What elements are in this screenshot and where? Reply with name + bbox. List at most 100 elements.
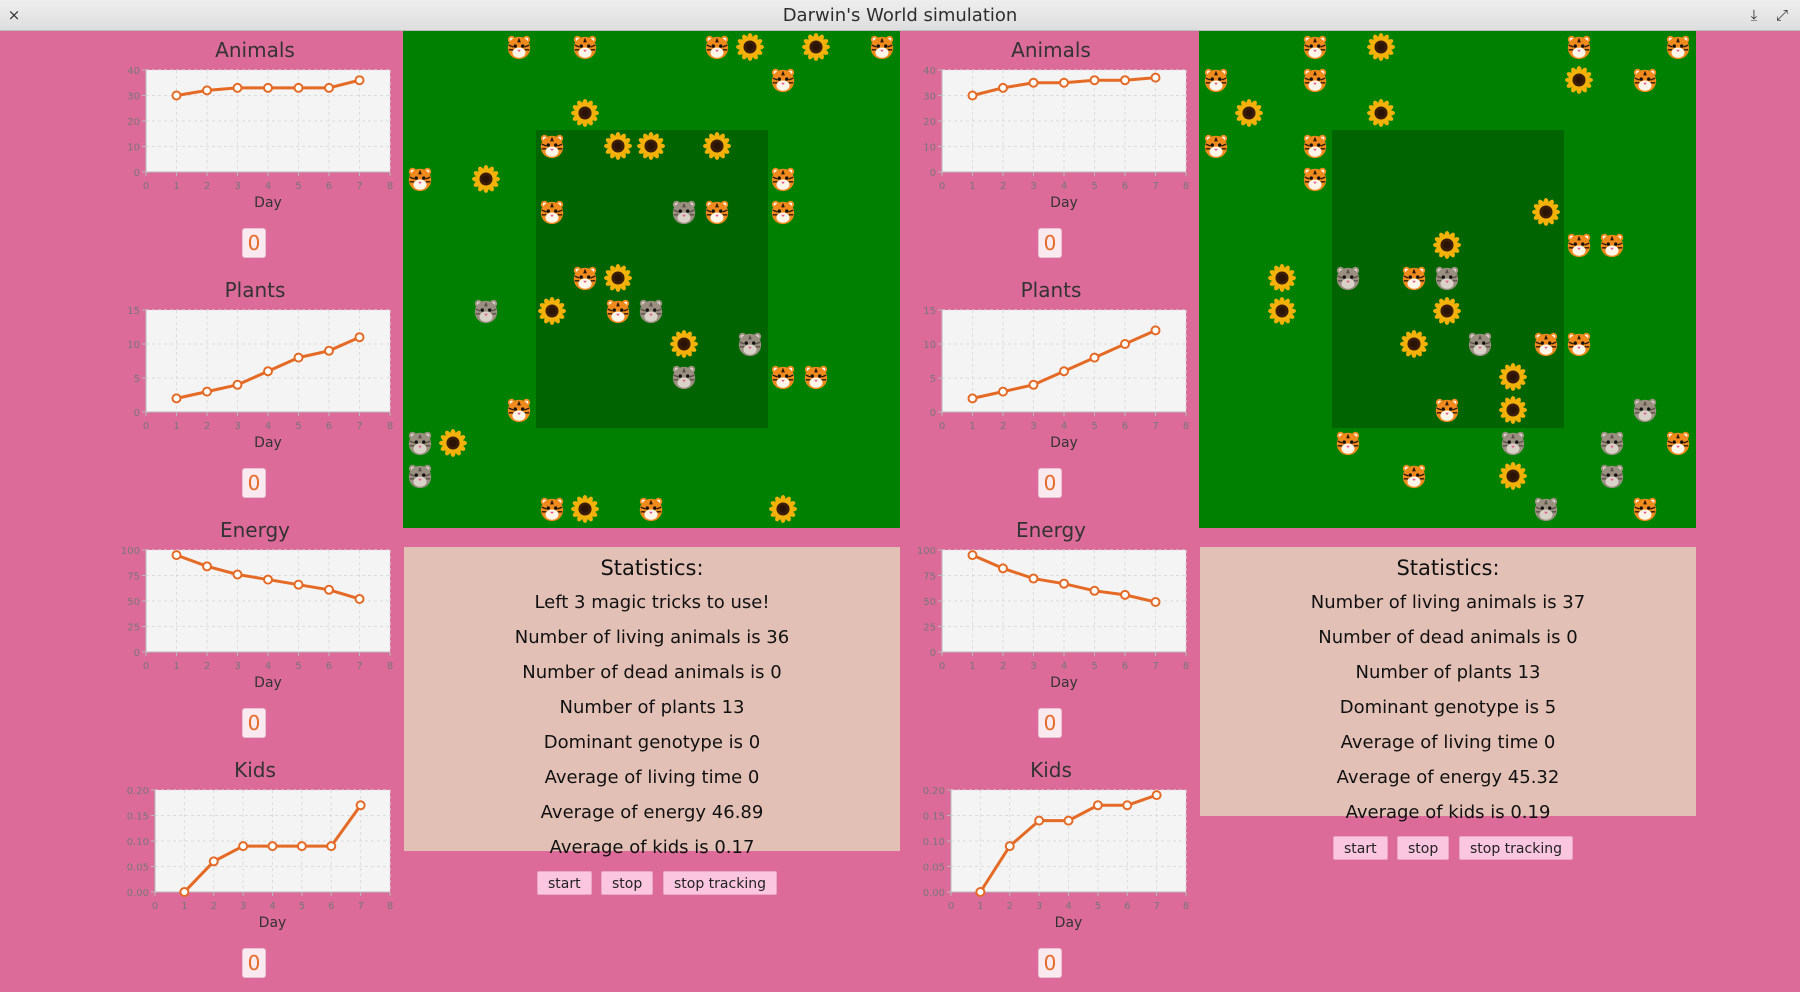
tiger-icon[interactable] — [405, 164, 435, 194]
grey-tiger-icon[interactable] — [405, 428, 435, 458]
tiger-icon[interactable] — [1564, 329, 1594, 359]
tiger-icon[interactable] — [1663, 32, 1693, 62]
grey-tiger-icon[interactable] — [636, 296, 666, 326]
grey-tiger-icon[interactable] — [1597, 461, 1627, 491]
sunflower-icon[interactable] — [636, 131, 666, 161]
y-tick-label: 0.10 — [127, 837, 149, 848]
tiger-icon[interactable] — [1201, 65, 1231, 95]
tiger-icon[interactable] — [504, 395, 534, 425]
sunflower-icon[interactable] — [1366, 98, 1396, 128]
tiger-icon[interactable] — [768, 197, 798, 227]
sunflower-icon[interactable] — [570, 98, 600, 128]
stop-tracking-button[interactable]: stop tracking — [1459, 836, 1573, 860]
sunflower-icon[interactable] — [1366, 32, 1396, 62]
tiger-icon[interactable] — [1399, 263, 1429, 293]
tiger-icon[interactable] — [1597, 230, 1627, 260]
grey-tiger-icon[interactable] — [735, 329, 765, 359]
tiger-icon[interactable] — [768, 362, 798, 392]
tiger-icon[interactable] — [603, 296, 633, 326]
world-map[interactable] — [1199, 31, 1696, 528]
tiger-icon[interactable] — [1531, 329, 1561, 359]
tiger-icon[interactable] — [504, 32, 534, 62]
sunflower-icon[interactable] — [1432, 230, 1462, 260]
data-point — [975, 887, 986, 897]
grey-tiger-icon[interactable] — [1465, 329, 1495, 359]
sunflower-icon[interactable] — [603, 263, 633, 293]
x-tick-label: 5 — [1091, 661, 1097, 672]
y-tick-label: 20 — [923, 117, 936, 128]
sunflower-icon[interactable] — [1498, 362, 1528, 392]
tiger-icon[interactable] — [1300, 32, 1330, 62]
sunflower-icon[interactable] — [471, 164, 501, 194]
tiger-icon[interactable] — [1630, 65, 1660, 95]
tiger-icon[interactable] — [1201, 131, 1231, 161]
data-point — [263, 82, 273, 93]
tiger-icon[interactable] — [768, 65, 798, 95]
sunflower-icon[interactable] — [1432, 296, 1462, 326]
y-tick-label: 100 — [917, 546, 936, 557]
grey-tiger-icon[interactable] — [669, 362, 699, 392]
sunflower-icon[interactable] — [603, 131, 633, 161]
sunflower-icon[interactable] — [1267, 296, 1297, 326]
grey-tiger-icon[interactable] — [1333, 263, 1363, 293]
sunflower-icon[interactable] — [537, 296, 567, 326]
tiger-icon[interactable] — [1399, 461, 1429, 491]
tiger-icon[interactable] — [768, 164, 798, 194]
tiger-icon[interactable] — [537, 494, 567, 524]
tiger-icon[interactable] — [1432, 395, 1462, 425]
grey-tiger-icon[interactable] — [669, 197, 699, 227]
sunflower-icon[interactable] — [1399, 329, 1429, 359]
sunflower-icon[interactable] — [702, 131, 732, 161]
data-point — [202, 386, 212, 397]
tiger-icon[interactable] — [1630, 494, 1660, 524]
grey-tiger-icon[interactable] — [405, 461, 435, 491]
sunflower-icon[interactable] — [1267, 263, 1297, 293]
grey-tiger-icon[interactable] — [1531, 494, 1561, 524]
start-button[interactable]: start — [537, 871, 592, 895]
sunflower-icon[interactable] — [801, 32, 831, 62]
data-point — [1059, 77, 1069, 88]
tiger-icon[interactable] — [702, 197, 732, 227]
tiger-icon[interactable] — [1663, 428, 1693, 458]
tiger-icon[interactable] — [1300, 65, 1330, 95]
grey-tiger-icon[interactable] — [1630, 395, 1660, 425]
maximize-icon[interactable]: ⤢ — [1772, 4, 1792, 26]
sunflower-icon[interactable] — [735, 32, 765, 62]
grey-tiger-icon[interactable] — [1432, 263, 1462, 293]
sunflower-icon[interactable] — [1498, 461, 1528, 491]
tiger-icon[interactable] — [702, 32, 732, 62]
x-tick-label: 3 — [1030, 661, 1036, 672]
tiger-icon[interactable] — [636, 494, 666, 524]
sunflower-icon[interactable] — [768, 494, 798, 524]
tiger-icon[interactable] — [570, 263, 600, 293]
x-tick-label: 3 — [234, 181, 240, 192]
tiger-icon[interactable] — [1564, 32, 1594, 62]
x-axis-label: Day — [254, 675, 282, 691]
tiger-icon[interactable] — [867, 32, 897, 62]
world-map[interactable] — [403, 31, 900, 528]
sunflower-icon[interactable] — [438, 428, 468, 458]
tiger-icon[interactable] — [537, 197, 567, 227]
sunflower-icon[interactable] — [669, 329, 699, 359]
stop-button[interactable]: stop — [1397, 836, 1450, 860]
tiger-icon[interactable] — [537, 131, 567, 161]
sunflower-icon[interactable] — [1564, 65, 1594, 95]
stop-tracking-button[interactable]: stop tracking — [663, 871, 777, 895]
sunflower-icon[interactable] — [1531, 197, 1561, 227]
tiger-icon[interactable] — [1564, 230, 1594, 260]
grey-tiger-icon[interactable] — [471, 296, 501, 326]
start-button[interactable]: start — [1333, 836, 1388, 860]
grey-tiger-icon[interactable] — [1597, 428, 1627, 458]
tiger-icon[interactable] — [1333, 428, 1363, 458]
sunflower-icon[interactable] — [1498, 395, 1528, 425]
tiger-icon[interactable] — [1300, 164, 1330, 194]
grey-tiger-icon[interactable] — [1498, 428, 1528, 458]
x-tick-label: 5 — [299, 901, 305, 912]
stop-button[interactable]: stop — [601, 871, 654, 895]
tiger-icon[interactable] — [801, 362, 831, 392]
tiger-icon[interactable] — [1300, 131, 1330, 161]
sunflower-icon[interactable] — [1234, 98, 1264, 128]
sunflower-icon[interactable] — [570, 494, 600, 524]
minimize-icon[interactable]: ⤓ — [1744, 4, 1764, 26]
tiger-icon[interactable] — [570, 32, 600, 62]
